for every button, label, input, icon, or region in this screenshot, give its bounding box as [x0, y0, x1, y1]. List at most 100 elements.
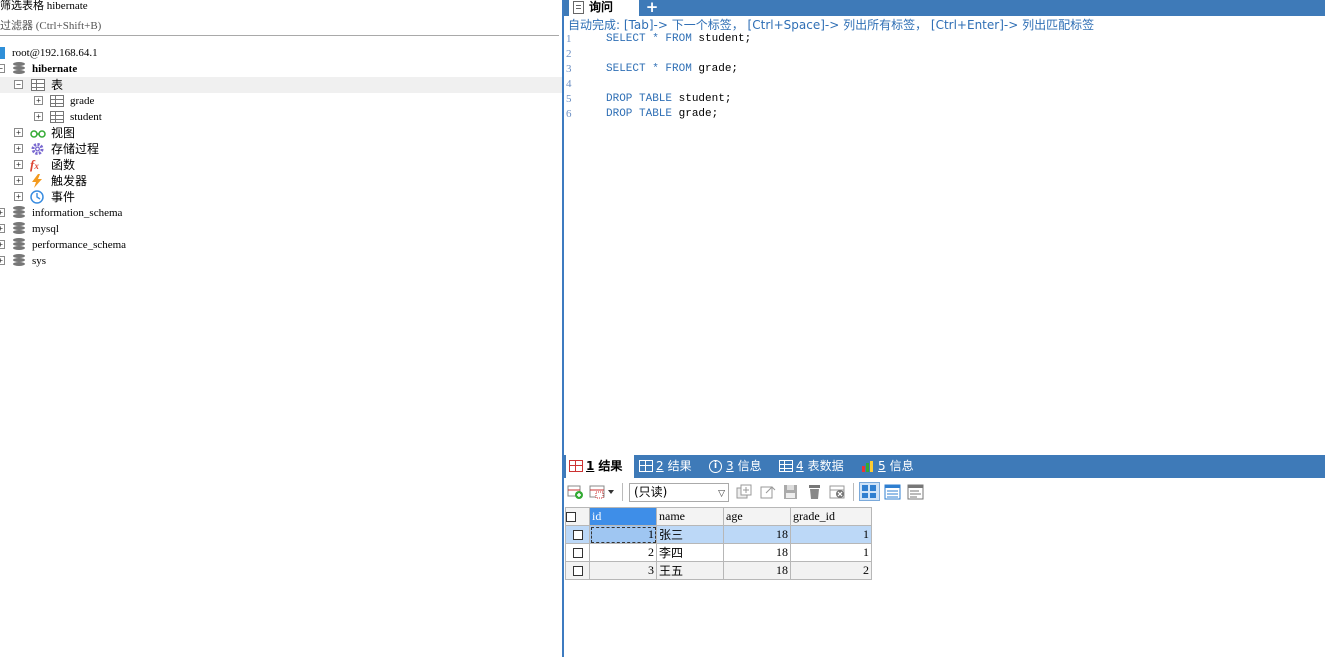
code-line[interactable]: 2: [564, 47, 1304, 62]
expand-icon[interactable]: +: [14, 176, 23, 185]
cell-age[interactable]: 18: [723, 543, 791, 562]
text-view-icon[interactable]: [907, 484, 924, 500]
events-label: 事件: [51, 190, 76, 204]
collapse-icon[interactable]: −: [14, 80, 23, 89]
tab-query[interactable]: 询问: [569, 0, 639, 16]
tree-db-hibernate[interactable]: − hibernate: [0, 61, 562, 77]
cell-name[interactable]: 李四: [656, 543, 724, 562]
line-number: 1: [566, 33, 572, 45]
export-dropdown-icon[interactable]: [589, 484, 617, 500]
table-label: student: [70, 111, 102, 123]
line-number: 6: [566, 108, 572, 120]
sql-keyword: DROP TABLE: [606, 108, 673, 120]
cell-age[interactable]: 18: [723, 561, 791, 580]
column-header-grade-id[interactable]: grade_id: [790, 507, 872, 526]
tree-procedures-folder[interactable]: + 存储过程: [0, 141, 562, 157]
expand-icon[interactable]: +: [0, 208, 5, 217]
expand-icon[interactable]: +: [0, 256, 5, 265]
row-checkbox[interactable]: [565, 525, 590, 544]
code-line[interactable]: 6 DROP TABLE grade;: [564, 107, 1304, 122]
clear-icon[interactable]: [829, 484, 846, 500]
expand-icon[interactable]: +: [0, 224, 5, 233]
tree-db-performance-schema[interactable]: + performance_schema: [0, 237, 562, 253]
cell-grade-id[interactable]: 1: [790, 543, 872, 562]
sql-keyword: DROP TABLE: [606, 93, 673, 105]
tree-events-folder[interactable]: + 事件: [0, 189, 562, 205]
collapse-icon[interactable]: −: [0, 64, 5, 73]
tree-triggers-folder[interactable]: + 触发器: [0, 173, 562, 189]
sql-keyword: SELECT * FROM: [606, 33, 692, 45]
copy-row-icon[interactable]: [760, 484, 777, 500]
readonly-select[interactable]: (只读) ▽: [629, 483, 729, 502]
column-header-id[interactable]: id: [589, 507, 657, 526]
chart-icon: [861, 460, 875, 472]
result-grid[interactable]: id name age grade_id 1 张三 18 1 2 李四 18 1: [565, 507, 872, 580]
info-icon: i: [709, 460, 722, 473]
table-row[interactable]: 3 王五 18 2: [565, 561, 872, 580]
autocomplete-hint: 自动完成: [Tab]-> 下一个标签， [Ctrl+Space]-> 列出所有…: [568, 18, 1095, 32]
row-checkbox[interactable]: [565, 561, 590, 580]
tables-folder-label: 表: [51, 78, 64, 92]
add-tab-button[interactable]: +: [645, 0, 659, 15]
expand-icon[interactable]: +: [14, 128, 23, 137]
cell-id[interactable]: 1: [589, 525, 657, 544]
code-line[interactable]: 4: [564, 77, 1304, 92]
result-grid-icon: [569, 460, 583, 472]
column-header-age[interactable]: age: [723, 507, 791, 526]
clock-icon: [30, 190, 45, 204]
cell-id[interactable]: 2: [589, 543, 657, 562]
delete-row-icon[interactable]: [806, 484, 823, 500]
cell-grade-id[interactable]: 2: [790, 561, 872, 580]
tree-db-sys[interactable]: + sys: [0, 253, 562, 269]
expand-icon[interactable]: +: [14, 192, 23, 201]
tab-info-3[interactable]: i 3 信息: [706, 455, 762, 478]
database-icon: [12, 62, 27, 76]
grid-view-icon[interactable]: [859, 482, 880, 501]
code-line[interactable]: 3 SELECT * FROM grade;: [564, 62, 1304, 77]
tab-number: 4: [796, 459, 804, 473]
expand-icon[interactable]: +: [0, 240, 5, 249]
tab-table-data-4[interactable]: 4 表数据: [776, 455, 844, 478]
tree-table-grade[interactable]: + grade: [0, 93, 562, 109]
cell-grade-id[interactable]: 1: [790, 525, 872, 544]
duplicate-row-icon[interactable]: [736, 484, 753, 500]
tab-info-5[interactable]: 5 信息: [858, 455, 914, 478]
tree-views-folder[interactable]: + 视图: [0, 125, 562, 141]
save-icon[interactable]: [782, 484, 799, 500]
expand-icon[interactable]: +: [14, 160, 23, 169]
cell-id[interactable]: 3: [589, 561, 657, 580]
lightning-icon: [31, 174, 46, 188]
tree-table-student[interactable]: + student: [0, 109, 562, 125]
code-line[interactable]: 5 DROP TABLE student;: [564, 92, 1304, 107]
result-grid-icon: [639, 460, 653, 472]
column-header-name[interactable]: name: [656, 507, 724, 526]
tree-connection[interactable]: root@192.168.64.1: [0, 45, 562, 61]
code-line[interactable]: 1 SELECT * FROM student;: [564, 32, 1304, 47]
triggers-label: 触发器: [51, 174, 88, 188]
tab-label: 表数据: [807, 459, 844, 473]
filter-input[interactable]: 过滤器 (Ctrl+Shift+B): [0, 16, 559, 36]
cell-name[interactable]: 王五: [656, 561, 724, 580]
cell-name[interactable]: 张三: [656, 525, 724, 544]
add-row-icon[interactable]: [567, 484, 584, 500]
expand-icon[interactable]: +: [14, 144, 23, 153]
tab-label: 结果: [598, 459, 623, 473]
tree-db-mysql[interactable]: + mysql: [0, 221, 562, 237]
toolbar-separator: [853, 483, 854, 501]
table-row[interactable]: 1 张三 18 1: [565, 525, 872, 544]
row-checkbox[interactable]: [565, 543, 590, 562]
tree-db-information-schema[interactable]: + information_schema: [0, 205, 562, 221]
table-row[interactable]: 2 李四 18 1: [565, 543, 872, 562]
tree-tables-folder[interactable]: − 表: [0, 77, 562, 93]
tree-functions-folder[interactable]: + fx 函数: [0, 157, 562, 173]
tab-result-2[interactable]: 2 结果: [636, 455, 692, 478]
filter-title: 筛选表格 hibernate: [0, 0, 88, 12]
expand-icon[interactable]: +: [34, 112, 43, 121]
select-all-checkbox[interactable]: [565, 507, 590, 526]
form-view-icon[interactable]: [884, 484, 901, 500]
tab-number: 1: [586, 459, 595, 473]
tab-result-1[interactable]: 1 结果: [566, 455, 634, 478]
query-doc-icon: [573, 1, 584, 14]
expand-icon[interactable]: +: [34, 96, 43, 105]
cell-age[interactable]: 18: [723, 525, 791, 544]
